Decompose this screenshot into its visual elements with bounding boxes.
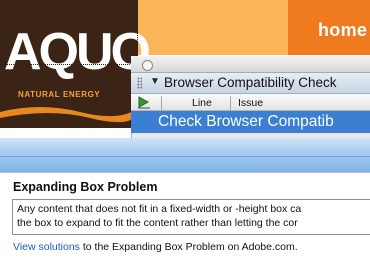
grip-icon[interactable]	[137, 77, 142, 89]
panel-header-title: Browser Compatibility Check	[164, 75, 337, 90]
logo-swoosh-icon	[0, 107, 138, 128]
issue-description-line: Any content that does not fit in a fixed…	[17, 203, 302, 215]
content-divider	[0, 172, 370, 173]
view-solutions-link[interactable]: View solutions	[13, 241, 80, 253]
collapse-arrow-icon[interactable]: ▼	[150, 76, 160, 87]
issue-title: Expanding Box Problem	[13, 180, 158, 194]
band-rule	[0, 156, 370, 157]
divider-band	[0, 138, 370, 172]
column-divider	[230, 96, 231, 110]
column-divider	[161, 96, 162, 110]
solutions-suffix: to the Expanding Box Problem on Adobe.co…	[79, 241, 298, 253]
home-link[interactable]: home	[318, 20, 367, 41]
logo-wordmark: AQUO	[4, 23, 151, 81]
issue-description-line: the box to expand to fit the content rat…	[17, 217, 298, 229]
column-header-line[interactable]: Line	[192, 97, 212, 109]
guide-line-vertical	[137, 0, 138, 64]
banner-strip	[138, 0, 288, 55]
close-icon[interactable]	[142, 60, 153, 71]
solutions-line: View solutions to the Expanding Box Prob…	[13, 241, 298, 253]
guide-line-horizontal	[0, 64, 140, 65]
column-header-issue[interactable]: Issue	[238, 97, 263, 109]
selected-row-label: Check Browser Compatib	[158, 113, 334, 130]
play-icon[interactable]	[136, 95, 152, 109]
logo-tagline: NATURAL ENERGY	[18, 90, 101, 99]
panel-titlebar[interactable]	[131, 56, 370, 73]
